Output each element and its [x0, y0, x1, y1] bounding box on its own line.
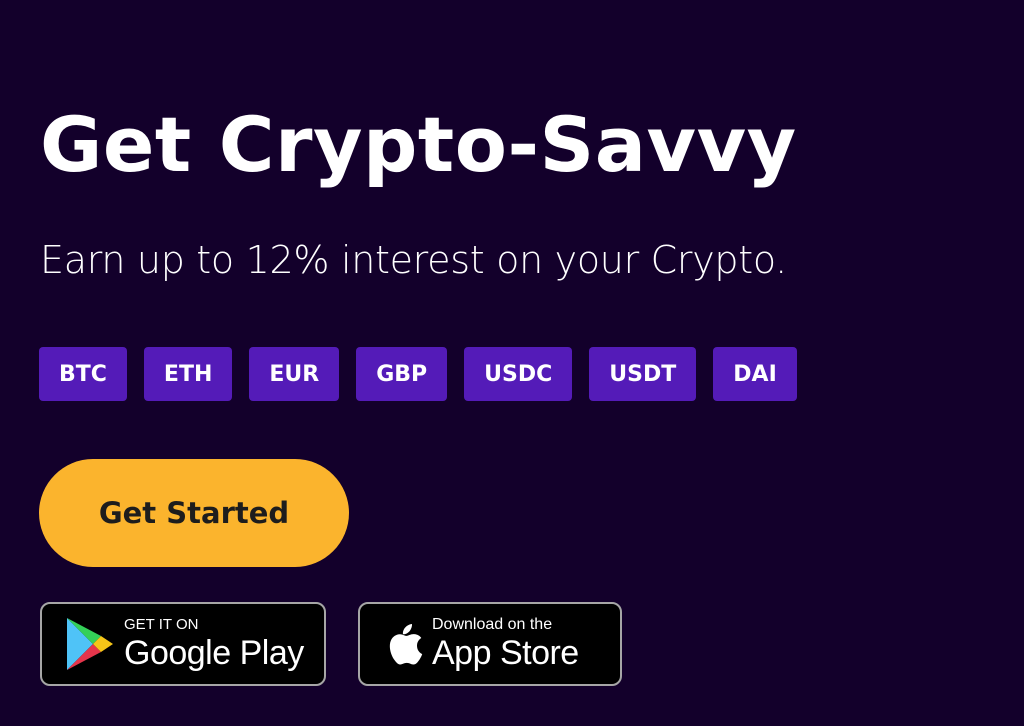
page-title: Get Crypto-Savvy [40, 100, 797, 189]
google-play-icon [54, 616, 124, 672]
google-play-big-text: Google Play [124, 634, 304, 672]
currency-tag-dai[interactable]: DAI [713, 347, 797, 401]
google-play-badge[interactable]: GET IT ON Google Play [40, 602, 326, 686]
apple-icon [376, 620, 432, 668]
currency-tag-usdt[interactable]: USDT [589, 347, 697, 401]
currency-tag-gbp[interactable]: GBP [356, 347, 448, 401]
app-store-badge[interactable]: Download on the App Store [358, 602, 622, 686]
currency-tag-eur[interactable]: EUR [249, 347, 340, 401]
google-play-small-text: GET IT ON [124, 616, 199, 633]
currency-tag-usdc[interactable]: USDC [464, 347, 573, 401]
currency-tag-eth[interactable]: ETH [143, 347, 233, 401]
currency-tags: BTC ETH EUR GBP USDC USDT DAI [39, 347, 797, 401]
subtitle: Earn up to 12% interest on your Crypto. [40, 238, 787, 282]
currency-tag-btc[interactable]: BTC [39, 347, 127, 401]
app-store-big-text: App Store [432, 634, 579, 672]
get-started-button[interactable]: Get Started [39, 459, 349, 567]
app-store-small-text: Download on the [432, 616, 553, 633]
